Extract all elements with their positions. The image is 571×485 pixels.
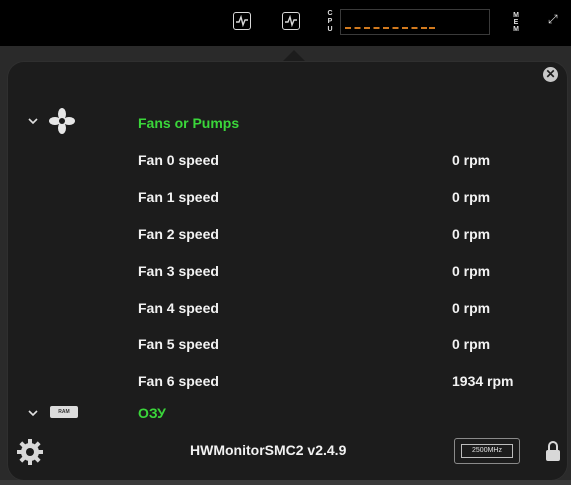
chevron-down-icon[interactable] [28,408,38,418]
ram-icon: RAM [50,406,78,418]
fan-3-label: Fan 3 speed [138,263,219,279]
fan-1-value: 0 rpm [452,189,491,205]
section-title-fans: Fans or Pumps [138,115,240,131]
cpu-frequency-badge: 2500MHz [454,438,520,464]
fan-6-label: Fan 6 speed [138,373,219,389]
activity-monitor-icon[interactable] [233,12,251,30]
fan-6-value: 1934 rpm [452,373,514,389]
fan-4-label: Fan 4 speed [138,300,219,316]
memory-label[interactable]: M E M [511,12,521,33]
chevron-down-icon[interactable] [28,116,38,126]
cpu-graph[interactable] [340,9,490,35]
menu-bar: C P U M E M ⤢ [0,0,571,46]
fan-3-value: 0 rpm [452,263,491,279]
cpu-frequency-value: 2500MHz [461,444,513,458]
section-title-ram: ОЗУ [138,405,166,421]
fan-0-label: Fan 0 speed [138,152,219,168]
desktop-background-strip [0,480,571,485]
fan-0-value: 0 rpm [452,152,491,168]
close-icon[interactable]: ✕ [543,67,558,82]
popover-pointer [282,50,306,62]
cpu-graph-line [345,27,427,29]
expand-icon[interactable]: ⤢ [548,12,558,27]
app-version-title: HWMonitorSMC2 v2.4.9 [190,442,347,458]
gear-icon[interactable] [16,438,44,466]
fan-5-value: 0 rpm [452,336,491,352]
fan-4-value: 0 rpm [452,300,491,316]
fan-icon [49,108,75,134]
fan-1-label: Fan 1 speed [138,189,219,205]
fan-2-label: Fan 2 speed [138,226,219,242]
fan-2-value: 0 rpm [452,226,491,242]
activity-monitor-active-icon[interactable] [282,12,300,30]
fan-5-label: Fan 5 speed [138,336,219,352]
lock-icon[interactable] [545,440,561,462]
cpu-graph-dot [429,27,435,29]
cpu-label: C P U [327,10,333,33]
